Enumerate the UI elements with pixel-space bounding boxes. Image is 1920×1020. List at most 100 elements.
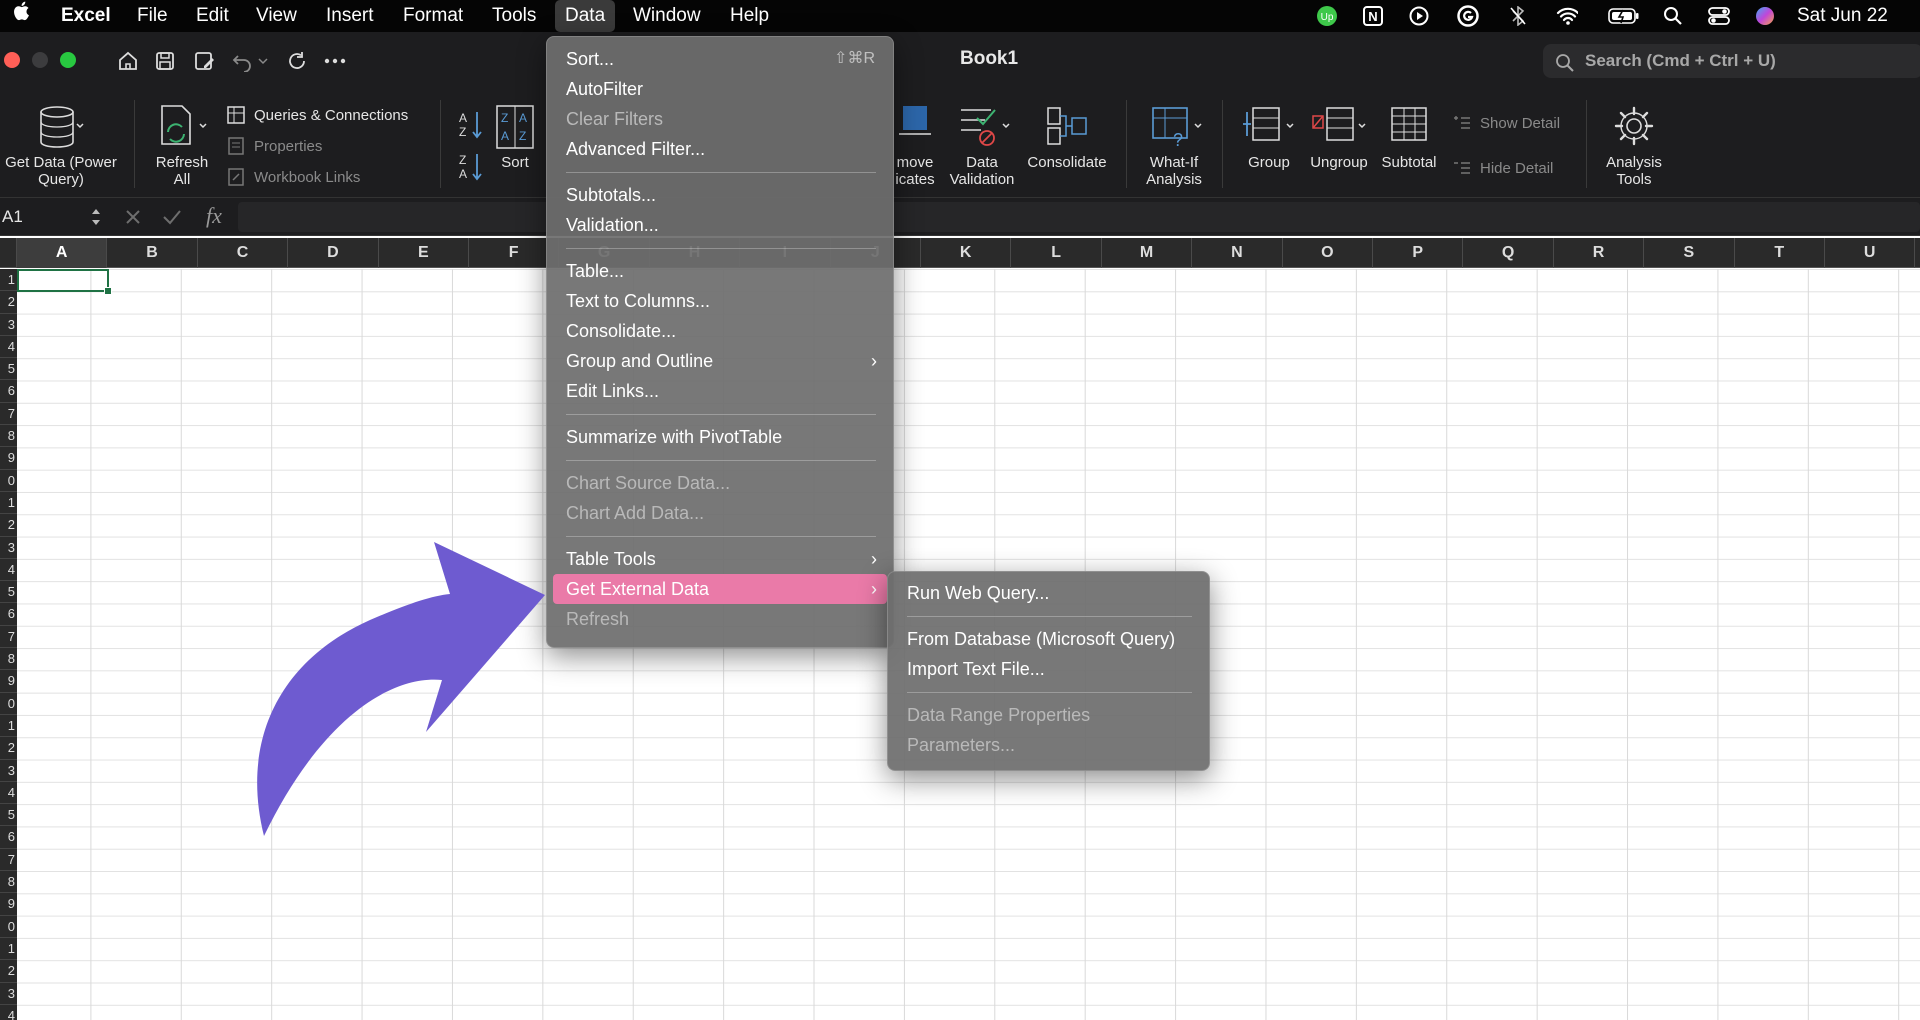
home-icon[interactable]	[115, 48, 141, 74]
row-header[interactable]: 5	[0, 581, 17, 604]
analysis-tools-button[interactable]: Analysis Tools	[1596, 104, 1672, 188]
properties-button[interactable]: Properties	[226, 136, 322, 156]
row-header[interactable]: 2	[0, 291, 17, 314]
row-header[interactable]: 3	[0, 983, 17, 1005]
name-box[interactable]: A1	[0, 204, 104, 230]
row-header[interactable]: 5	[0, 358, 17, 381]
menu-item-edit-links[interactable]: Edit Links...	[553, 376, 887, 406]
row-header[interactable]: 1	[0, 715, 17, 738]
zoom-window-button[interactable]	[60, 52, 76, 68]
undo-dropdown-icon[interactable]	[256, 48, 270, 74]
confirm-icon[interactable]	[162, 208, 182, 231]
column-header-n[interactable]: N	[1192, 238, 1283, 268]
app-menu-excel[interactable]: Excel	[61, 0, 111, 32]
row-header[interactable]: 6	[0, 380, 17, 403]
workbook-links-button[interactable]: Workbook Links	[226, 167, 360, 187]
control-center-icon[interactable]	[1708, 6, 1730, 26]
what-if-analysis-button[interactable]: ? What-If Analysis	[1136, 104, 1212, 188]
name-box-stepper-icon[interactable]	[90, 204, 102, 235]
minimize-window-button[interactable]	[32, 52, 48, 68]
row-header[interactable]: 1	[0, 492, 17, 515]
row-header[interactable]: 9	[0, 447, 17, 470]
column-header-k[interactable]: K	[921, 238, 1012, 268]
formula-input[interactable]	[238, 202, 1920, 232]
data-validation-button[interactable]: Data Validation	[944, 104, 1020, 188]
bluetooth-off-icon[interactable]	[1507, 6, 1529, 26]
row-header[interactable]: 1	[0, 269, 17, 292]
row-header[interactable]: 3	[0, 760, 17, 782]
menu-item-advanced-filter[interactable]: Advanced Filter...	[553, 134, 887, 164]
menu-insert[interactable]: Insert	[326, 0, 374, 32]
menu-help[interactable]: Help	[730, 0, 769, 32]
apple-icon[interactable]	[12, 0, 34, 32]
column-header-l[interactable]: L	[1011, 238, 1102, 268]
row-header[interactable]: 9	[0, 893, 17, 916]
row-header[interactable]: 1	[0, 938, 17, 961]
menubar-clock[interactable]: Sat Jun 22	[1797, 0, 1888, 32]
column-header-u[interactable]: U	[1825, 238, 1916, 268]
menu-item-validation[interactable]: Validation...	[553, 210, 887, 240]
sort-button[interactable]: ZAAZ Sort	[492, 104, 538, 171]
row-header[interactable]: 5	[0, 804, 17, 827]
select-all-corner[interactable]	[0, 238, 17, 268]
row-header[interactable]: 3	[0, 314, 17, 336]
queries-connections-button[interactable]: Queries & Connections	[226, 105, 408, 125]
menu-item-group-outline[interactable]: Group and Outline ›	[553, 346, 887, 376]
column-header-m[interactable]: M	[1102, 238, 1193, 268]
menu-item-from-database[interactable]: From Database (Microsoft Query)	[894, 624, 1203, 654]
menu-item-consolidate[interactable]: Consolidate...	[553, 316, 887, 346]
siri-icon[interactable]	[1754, 6, 1776, 26]
row-header[interactable]: 8	[0, 871, 17, 894]
row-header[interactable]: 6	[0, 603, 17, 626]
column-header-o[interactable]: O	[1283, 238, 1373, 268]
column-header-e[interactable]: E	[379, 238, 469, 268]
wifi-icon[interactable]	[1556, 6, 1578, 26]
remove-duplicates-button[interactable]: move icates	[888, 104, 942, 188]
get-data-button[interactable]: Get Data (Power Query)	[0, 104, 122, 188]
ungroup-button[interactable]: Ungroup	[1304, 104, 1374, 171]
menu-window[interactable]: Window	[633, 0, 701, 32]
save-as-icon[interactable]	[191, 48, 217, 74]
menu-item-summarize-pivottable[interactable]: Summarize with PivotTable	[553, 422, 887, 452]
spotlight-search-icon[interactable]	[1662, 6, 1684, 26]
column-header-p[interactable]: P	[1373, 238, 1464, 268]
menu-edit[interactable]: Edit	[196, 0, 229, 32]
row-header[interactable]: 9	[0, 670, 17, 693]
menu-item-autofilter[interactable]: AutoFilter	[553, 74, 887, 104]
column-header-q[interactable]: Q	[1463, 238, 1554, 268]
column-header-a[interactable]: A	[17, 238, 108, 268]
row-header[interactable]: 4	[0, 336, 17, 359]
battery-icon[interactable]	[1608, 6, 1640, 26]
upwork-icon[interactable]: Up	[1316, 6, 1338, 26]
row-header[interactable]: 0	[0, 693, 17, 715]
row-header[interactable]: 6	[0, 826, 17, 849]
row-header[interactable]: 0	[0, 470, 17, 492]
more-options-icon[interactable]	[322, 48, 348, 74]
search-field[interactable]: Search (Cmd + Ctrl + U)	[1543, 44, 1920, 78]
grammarly-icon[interactable]	[1457, 5, 1479, 27]
column-header-t[interactable]: T	[1735, 238, 1825, 268]
consolidate-button[interactable]: Consolidate	[1020, 104, 1114, 171]
column-header-b[interactable]: B	[107, 238, 198, 268]
redo-icon[interactable]	[284, 48, 310, 74]
active-cell-a1[interactable]	[17, 269, 112, 295]
save-icon[interactable]	[152, 48, 178, 74]
menu-item-text-to-columns[interactable]: Text to Columns...	[553, 286, 887, 316]
show-detail-button[interactable]: Show Detail	[1452, 114, 1560, 132]
menu-item-import-text-file[interactable]: Import Text File...	[894, 654, 1203, 684]
row-header[interactable]: 4	[0, 782, 17, 805]
undo-icon[interactable]	[229, 48, 255, 74]
hide-detail-button[interactable]: Hide Detail	[1452, 159, 1553, 177]
row-header[interactable]: 4	[0, 1005, 17, 1020]
menu-item-get-external-data[interactable]: Get External Data ›	[553, 574, 887, 604]
subtotal-button[interactable]: Subtotal	[1376, 104, 1442, 171]
group-button[interactable]: Group	[1236, 104, 1302, 171]
sort-descending-button[interactable]: ZA	[454, 150, 488, 184]
column-header-c[interactable]: C	[198, 238, 289, 268]
row-header[interactable]: 8	[0, 648, 17, 671]
insert-function-icon[interactable]: fx	[206, 203, 222, 229]
menu-tools[interactable]: Tools	[492, 0, 536, 32]
row-header[interactable]: 0	[0, 916, 17, 938]
row-header[interactable]: 8	[0, 425, 17, 448]
menu-data[interactable]: Data	[555, 0, 616, 32]
